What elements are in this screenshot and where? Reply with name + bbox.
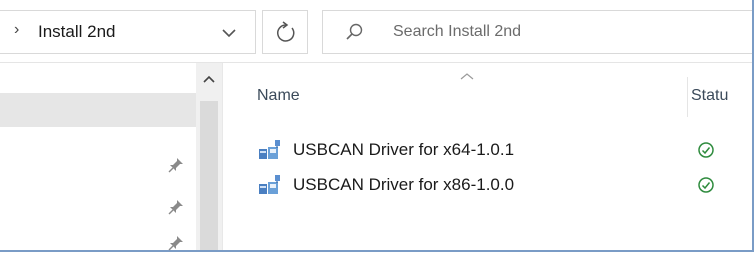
file-name[interactable]: USBCAN Driver for x86-1.0.0 xyxy=(293,175,514,195)
scrollbar-thumb[interactable] xyxy=(200,101,218,250)
nav-item-selected[interactable] xyxy=(0,93,196,127)
pin-icon[interactable] xyxy=(166,197,186,217)
search-box[interactable]: Search Install 2nd xyxy=(322,10,752,54)
installer-icon xyxy=(257,139,283,161)
file-row[interactable]: USBCAN Driver for x86-1.0.0 xyxy=(257,172,737,198)
installer-icon xyxy=(257,174,283,196)
sync-ok-icon xyxy=(697,141,715,159)
refresh-button[interactable] xyxy=(262,10,308,54)
search-icon xyxy=(345,22,365,42)
chevron-down-icon[interactable] xyxy=(217,19,241,45)
column-header-status[interactable]: Statu xyxy=(691,87,728,105)
column-header-name[interactable]: Name xyxy=(257,87,300,105)
file-list: Name Statu USBCAN Driver for x64-1.0.1 U… xyxy=(223,63,752,250)
address-path[interactable]: Install 2nd xyxy=(38,22,116,42)
nav-scrollbar[interactable] xyxy=(196,63,222,250)
sync-ok-icon xyxy=(697,176,715,194)
pin-icon[interactable] xyxy=(166,233,186,253)
file-row[interactable]: USBCAN Driver for x64-1.0.1 xyxy=(257,137,737,163)
chevron-right-icon[interactable]: › xyxy=(14,21,19,39)
navigation-pane xyxy=(0,63,226,253)
toolbar: › Install 2nd Search Install 2nd xyxy=(0,0,752,62)
column-separator[interactable] xyxy=(687,77,688,117)
address-bar[interactable]: › Install 2nd xyxy=(0,10,256,54)
pin-icon[interactable] xyxy=(166,155,186,175)
scroll-up-arrow-icon[interactable] xyxy=(202,71,216,83)
file-name[interactable]: USBCAN Driver for x64-1.0.1 xyxy=(293,140,514,160)
search-placeholder: Search Install 2nd xyxy=(393,23,522,40)
refresh-icon xyxy=(277,21,295,42)
sort-ascending-icon xyxy=(459,67,475,80)
